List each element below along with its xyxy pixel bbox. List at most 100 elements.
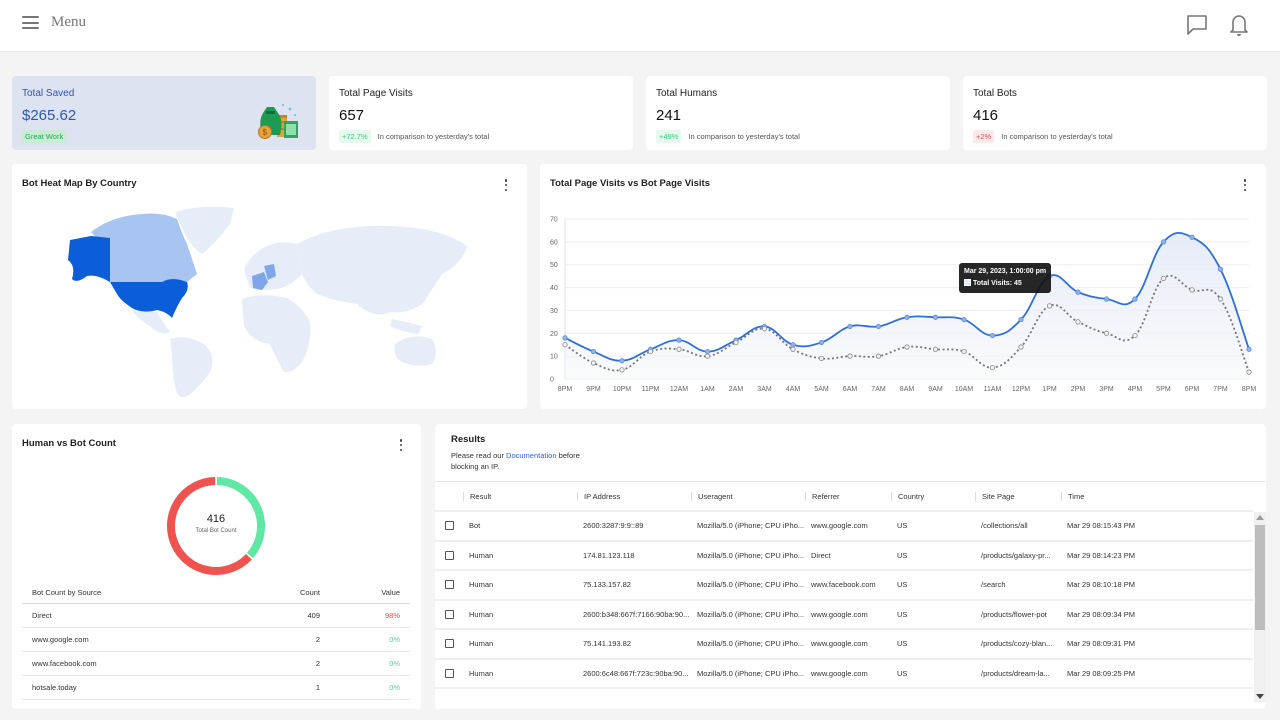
human-bot-donut-chart[interactable] <box>164 474 268 578</box>
total-visits-area <box>565 232 1249 379</box>
bell-icon[interactable] <box>1227 12 1251 38</box>
total-visits-point <box>590 348 597 355</box>
result-row[interactable]: Human 75.141.193.82 Mozilla/5.0 (iPhone; C… <box>435 630 1253 660</box>
map-asia[interactable] <box>297 225 467 315</box>
total-visits-point <box>961 316 967 323</box>
total-visits-point <box>562 335 568 341</box>
cell-referrer: www.facebook.com <box>811 580 876 590</box>
x-tick-label: 8AM <box>900 386 915 393</box>
column-header-result[interactable]: Result <box>463 491 577 501</box>
menu-button[interactable]: Menu <box>22 14 86 31</box>
y-tick-label: 20 <box>550 331 558 338</box>
menu-label: Menu <box>51 14 86 30</box>
scroll-down-arrow-icon[interactable] <box>1256 694 1264 699</box>
more-options-icon[interactable] <box>396 438 406 452</box>
bot-visits-point <box>590 360 597 366</box>
column-header-useragent[interactable]: Useragent <box>691 491 805 501</box>
stat-card-total-page-visits: Total Page Visits 657 +72.7% In comparis… <box>329 76 633 150</box>
cell-country: US <box>897 580 908 590</box>
cell-time: Mar 29 08:09:31 PM <box>1067 639 1135 649</box>
cell-country: US <box>897 639 908 649</box>
source-row: hotsale.today 1 0% <box>22 676 410 700</box>
note-text: Please read our <box>451 451 507 460</box>
row-checkbox[interactable] <box>445 639 454 649</box>
x-tick-label: 8PM <box>1242 386 1257 393</box>
stat-title: Total Page Visits <box>339 88 413 99</box>
bot-visits-point <box>704 353 711 359</box>
row-checkbox[interactable] <box>445 521 454 531</box>
row-checkbox[interactable] <box>445 580 454 590</box>
y-tick-label: 50 <box>550 262 558 269</box>
cell-result: Bot <box>469 521 481 531</box>
column-header-ip[interactable]: IP Address <box>577 491 691 501</box>
result-row[interactable]: Bot 2600:3287:9:9::89 Mozilla/5.0 (iPhone;… <box>435 512 1253 542</box>
world-map <box>68 206 467 398</box>
total-visits-point <box>676 337 682 343</box>
x-tick-label: 5PM <box>1156 386 1171 393</box>
total-visits-point <box>989 332 996 339</box>
y-tick-label: 70 <box>550 217 558 224</box>
visits-line-chart[interactable]: 0 10 20 30 40 50 60 70 8PM 9PM 10PM 11PM 12AM 1AM 2AM 3… <box>540 164 1266 409</box>
source-name: Direct <box>32 611 52 620</box>
cell-country: US <box>897 609 908 619</box>
x-tick-label: 9AM <box>928 386 943 393</box>
row-checkbox[interactable] <box>445 609 454 619</box>
human-vs-bot-panel: Human vs Bot Count 416 Total Bot Count B… <box>12 424 421 709</box>
money-bag-icon: $ <box>258 104 298 139</box>
cell-referrer: www.google.com <box>811 639 868 649</box>
x-tick-label: 1PM <box>1042 386 1057 393</box>
column-header-referrer[interactable]: Referrer <box>805 491 891 501</box>
x-tick-label: 6PM <box>1185 386 1200 393</box>
documentation-link[interactable]: Documentation <box>506 451 556 460</box>
bot-visits-point <box>904 344 910 350</box>
tooltip-swatch <box>964 279 971 286</box>
total-visits-point <box>619 358 625 364</box>
map-australia[interactable] <box>394 336 436 366</box>
bot-visits-point <box>647 348 654 355</box>
map-alaska[interactable] <box>68 236 110 282</box>
cell-result: Human <box>469 668 494 678</box>
row-checkbox[interactable] <box>445 550 454 560</box>
bot-visits-point <box>676 346 682 352</box>
donut-segment-bots[interactable] <box>167 477 252 575</box>
y-tick-label: 60 <box>550 239 558 246</box>
row-checkbox[interactable] <box>445 668 454 678</box>
total-visits-point <box>904 314 910 320</box>
y-tick-label: 0 <box>550 377 554 384</box>
column-header-time[interactable]: Time <box>1061 491 1147 501</box>
bot-visits-point <box>1189 287 1195 293</box>
result-row[interactable]: Human 2600:6c48:667f:723c:90ba:90... Mozil… <box>435 660 1253 689</box>
result-row[interactable]: Human 2600:b348:667f:7166:90ba:90... Mozil… <box>435 601 1253 630</box>
cell-ip: 2600:6c48:667f:723c:90ba:90... <box>583 668 689 678</box>
result-row[interactable]: Human 75.133.157.82 Mozilla/5.0 (iPhone; C… <box>435 571 1253 601</box>
stat-value: 657 <box>339 107 365 124</box>
results-scrollbar[interactable] <box>1254 512 1266 702</box>
cell-referrer: www.google.com <box>811 609 868 619</box>
map-mexico[interactable] <box>130 309 170 334</box>
svg-text:$: $ <box>263 128 268 137</box>
scroll-thumb[interactable] <box>1255 525 1265 630</box>
visits-chart-panel: Total Page Visits vs Bot Page Visits 0 10… <box>540 164 1266 409</box>
x-tick-label: 4PM <box>1128 386 1143 393</box>
map-africa[interactable] <box>242 295 311 373</box>
total-visits-point <box>790 342 796 348</box>
scroll-up-arrow-icon[interactable] <box>1256 515 1264 520</box>
cell-site-page: /collections/all <box>981 521 1028 531</box>
x-tick-label: 3AM <box>757 386 772 393</box>
source-name: www.google.com <box>32 635 89 644</box>
more-options-icon[interactable] <box>501 178 511 192</box>
result-row[interactable]: Human 174.81.123.118 Mozilla/5.0 (iPhone; … <box>435 542 1253 571</box>
bot-visits-point <box>818 355 825 362</box>
column-header-site-page[interactable]: Site Page <box>975 491 1061 501</box>
cell-referrer: www.google.com <box>811 521 868 531</box>
total-visits-point <box>932 314 939 320</box>
source-value: 0% <box>389 683 400 692</box>
column-header-country[interactable]: Country <box>891 491 975 501</box>
bot-visits-point <box>1103 330 1110 336</box>
x-tick-label: 12AM <box>670 386 688 393</box>
cell-useragent: Mozilla/5.0 (iPhone; CPU iPho... <box>697 550 805 560</box>
source-count: 409 <box>307 611 320 620</box>
bot-visits-point <box>761 326 768 332</box>
chat-icon[interactable] <box>1185 12 1209 38</box>
map-south-america[interactable] <box>170 337 213 398</box>
